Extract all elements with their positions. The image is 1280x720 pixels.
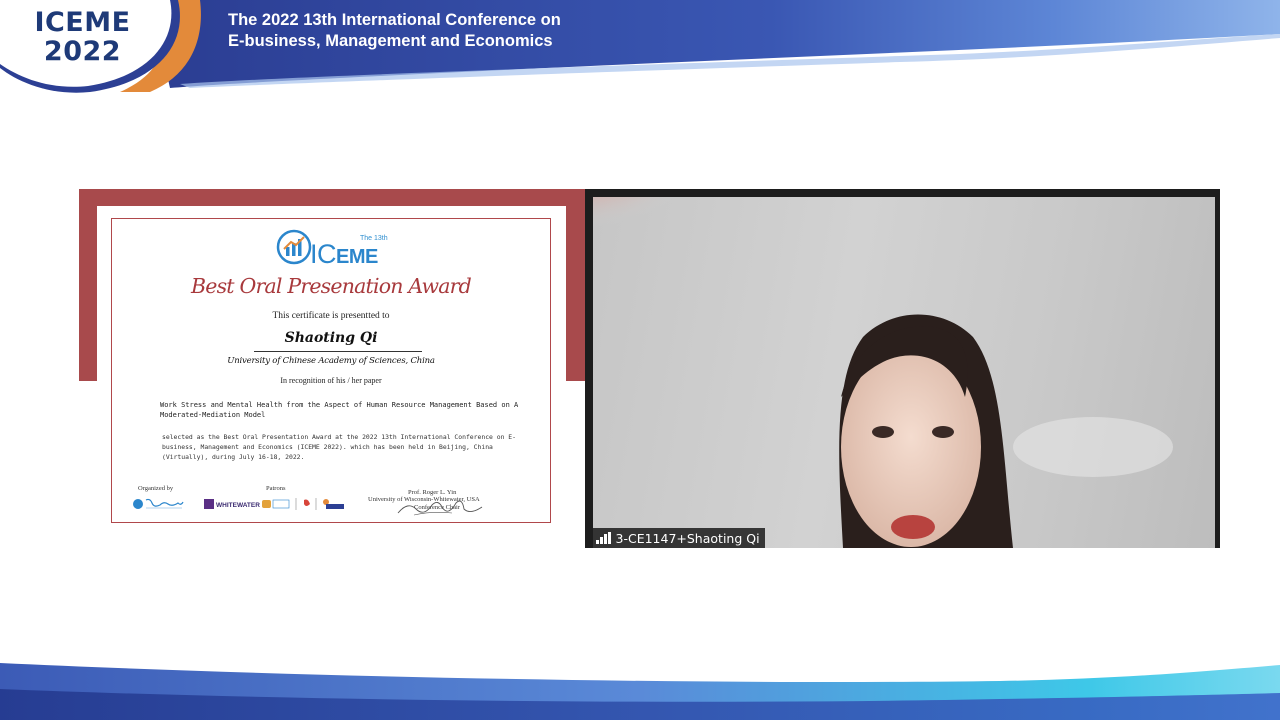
patron-logos: WHITEWATER bbox=[204, 498, 344, 510]
banner-graphic bbox=[0, 0, 1280, 93]
organized-by-label: Organized by bbox=[138, 485, 174, 492]
certificate-logo-wordmark: ICEME bbox=[310, 239, 378, 269]
certificate-border: ICEME The 13th Best Oral Presenation Awa… bbox=[111, 218, 551, 523]
participant-name: 3-CE1147+Shaoting Qi bbox=[615, 530, 760, 546]
certificate: ICEME The 13th Best Oral Presenation Awa… bbox=[97, 206, 566, 545]
iceme-logo: ICEME 2022 bbox=[0, 8, 165, 66]
shared-screen-panel: ICEME The 13th Best Oral Presenation Awa… bbox=[79, 189, 585, 548]
organizer-logo bbox=[133, 498, 184, 509]
certificate-logo: ICEME The 13th bbox=[112, 229, 550, 269]
paper-title: Work Stress and Mental Health from the A… bbox=[160, 401, 519, 419]
video-frame bbox=[593, 197, 1173, 548]
footer-wave bbox=[0, 663, 1280, 720]
presented-line: This certificate is presentted to bbox=[272, 311, 390, 321]
patrons-label: Patrons bbox=[266, 485, 286, 492]
conference-title-line-2: E-business, Management and Economics bbox=[228, 32, 553, 50]
participant-video bbox=[593, 197, 1215, 548]
logo-line-1: ICEME bbox=[34, 7, 131, 38]
chart-logo-icon bbox=[276, 229, 312, 265]
award-statement: selected as the Best Oral Presentation A… bbox=[162, 433, 516, 461]
logo-line-2: 2022 bbox=[43, 36, 122, 67]
name-underline bbox=[254, 351, 422, 352]
participant-name-label: 3-CE1147+Shaoting Qi bbox=[593, 528, 765, 548]
patron-logo-text: WHITEWATER bbox=[216, 502, 260, 509]
header-banner: ICEME 2022 The 2022 13th International C… bbox=[0, 0, 1280, 95]
conference-title-line-1: The 2022 13th International Conference o… bbox=[228, 11, 561, 29]
recipient-university: University of Chinese Academy of Science… bbox=[227, 356, 435, 366]
video-panel: 3-CE1147+Shaoting Qi bbox=[585, 189, 1220, 548]
certificate-logo-superscript: The 13th bbox=[360, 235, 388, 242]
award-title: Best Oral Presenation Award bbox=[190, 274, 472, 298]
signature-image bbox=[397, 500, 483, 516]
conference-title: The 2022 13th International Conference o… bbox=[228, 10, 561, 52]
recipient-name: Shaoting Qi bbox=[284, 330, 378, 346]
recognition-line: In recognition of his / her paper bbox=[280, 376, 382, 385]
signal-strength-icon bbox=[596, 532, 611, 544]
